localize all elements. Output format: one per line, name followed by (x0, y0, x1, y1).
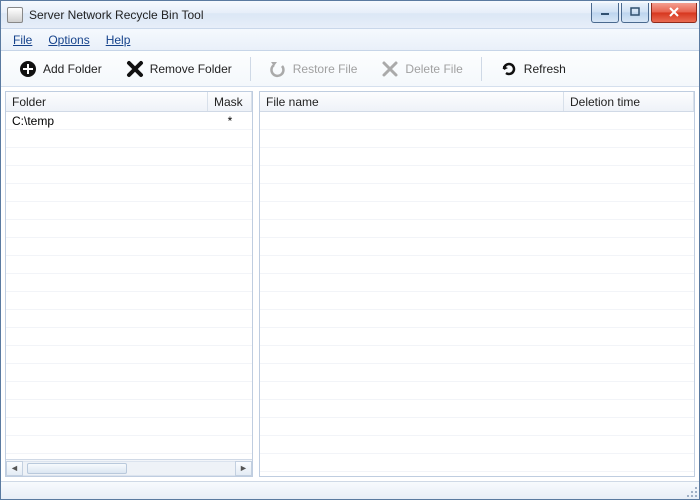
files-rows[interactable] (260, 112, 694, 476)
folder-hscrollbar[interactable]: ◄ ► (6, 459, 252, 476)
window-controls (589, 3, 697, 23)
app-icon (7, 7, 23, 23)
close-icon (668, 7, 680, 17)
plus-circle-icon (19, 60, 37, 78)
window-title: Server Network Recycle Bin Tool (29, 8, 589, 22)
files-header-time[interactable]: Deletion time (564, 92, 694, 111)
scissors-icon (381, 60, 399, 78)
delete-file-label: Delete File (405, 62, 462, 76)
files-panel: File name Deletion time (259, 91, 695, 477)
minimize-button[interactable] (591, 3, 619, 23)
remove-folder-button[interactable]: Remove Folder (116, 56, 242, 82)
scroll-right-arrow-icon[interactable]: ► (235, 461, 252, 476)
title-bar: Server Network Recycle Bin Tool (1, 1, 699, 29)
folder-panel: Folder Mask C:\temp * ◄ ► (5, 91, 253, 477)
restore-file-label: Restore File (293, 62, 358, 76)
close-button[interactable] (651, 3, 697, 23)
menu-help[interactable]: Help (98, 31, 139, 49)
toolbar-separator (481, 57, 482, 81)
files-headers: File name Deletion time (260, 92, 694, 112)
scroll-track[interactable] (23, 461, 235, 476)
toolbar-separator (250, 57, 251, 81)
mask-cell: * (208, 112, 252, 129)
x-icon (126, 60, 144, 78)
resize-grip-icon[interactable] (685, 485, 697, 497)
menu-file[interactable]: File (5, 31, 40, 49)
client-area: Folder Mask C:\temp * ◄ ► (1, 87, 699, 481)
restore-file-button[interactable]: Restore File (259, 56, 368, 82)
refresh-icon (500, 60, 518, 78)
scroll-thumb[interactable] (27, 463, 127, 474)
folder-rows[interactable]: C:\temp * (6, 112, 252, 459)
table-row[interactable]: C:\temp * (6, 112, 252, 130)
menu-bar: File Options Help (1, 29, 699, 51)
maximize-icon (630, 7, 640, 17)
scroll-left-arrow-icon[interactable]: ◄ (6, 461, 23, 476)
minimize-icon (600, 7, 610, 17)
status-bar (1, 481, 699, 499)
maximize-button[interactable] (621, 3, 649, 23)
folder-header-folder[interactable]: Folder (6, 92, 208, 111)
files-header-name[interactable]: File name (260, 92, 564, 111)
add-folder-button[interactable]: Add Folder (9, 56, 112, 82)
folder-headers: Folder Mask (6, 92, 252, 112)
remove-folder-label: Remove Folder (150, 62, 232, 76)
folder-header-mask[interactable]: Mask (208, 92, 252, 111)
app-window: Server Network Recycle Bin Tool File Opt… (0, 0, 700, 500)
menu-options[interactable]: Options (40, 31, 97, 49)
refresh-button[interactable]: Refresh (490, 56, 576, 82)
undo-icon (269, 60, 287, 78)
delete-file-button[interactable]: Delete File (371, 56, 472, 82)
add-folder-label: Add Folder (43, 62, 102, 76)
toolbar: Add Folder Remove Folder Restore File De… (1, 51, 699, 87)
folder-cell: C:\temp (6, 112, 208, 129)
refresh-label: Refresh (524, 62, 566, 76)
